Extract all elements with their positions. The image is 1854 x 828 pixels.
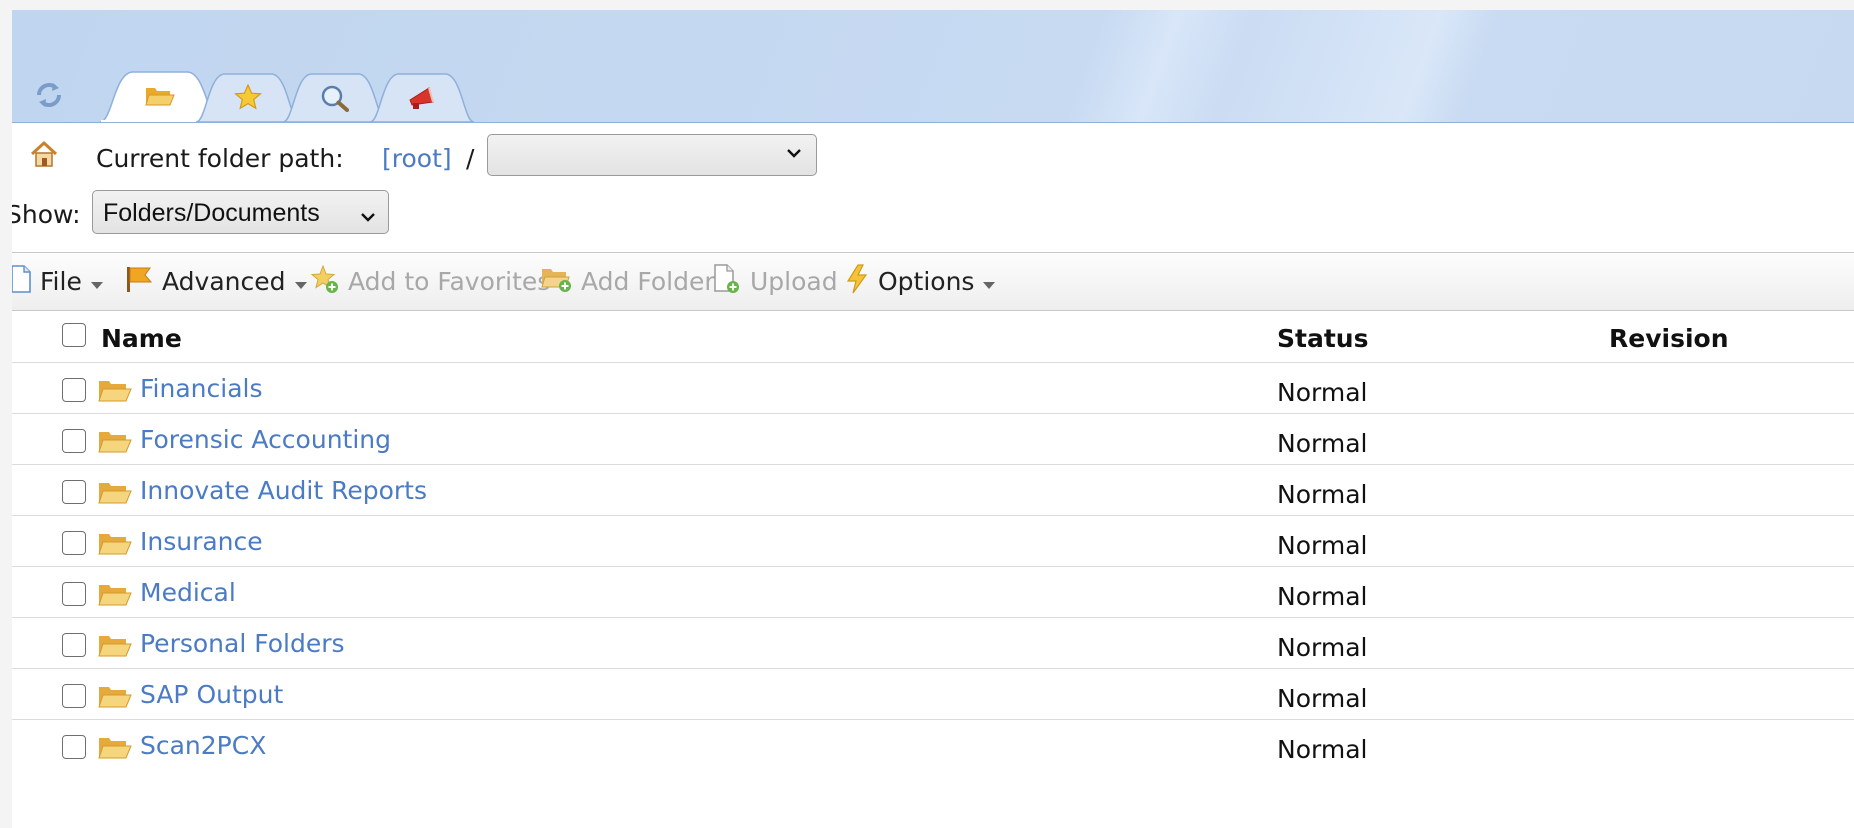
folder-link[interactable]: SAP Output xyxy=(140,680,283,709)
folder-link[interactable]: Medical xyxy=(140,578,236,607)
row-checkbox[interactable] xyxy=(62,684,86,708)
show-row: Show: Folders/Documents xyxy=(12,180,1854,234)
row-checkbox[interactable] xyxy=(62,531,86,555)
open-folder-icon xyxy=(145,84,175,112)
root-link[interactable]: [root] xyxy=(382,144,452,173)
advanced-menu-button[interactable]: Advanced xyxy=(124,253,308,310)
megaphone-icon xyxy=(407,84,437,114)
file-label: File xyxy=(40,267,82,296)
add-folder-label: Add Folder xyxy=(581,267,715,296)
status-cell: Normal xyxy=(1277,633,1368,662)
star-add-icon xyxy=(310,264,340,300)
folder-icon xyxy=(98,633,132,663)
caret-down-icon xyxy=(294,267,308,296)
upload-label: Upload xyxy=(750,267,838,296)
document-upload-icon xyxy=(712,263,742,300)
table-header: Name Status Revision xyxy=(12,310,1854,363)
folder-link[interactable]: Forensic Accounting xyxy=(140,425,391,454)
table-row: Personal Folders Normal xyxy=(12,617,1854,669)
folder-icon xyxy=(98,480,132,510)
table-row: Scan2PCX Normal xyxy=(12,719,1854,770)
upload-button[interactable]: Upload xyxy=(712,253,838,310)
table-row: Financials Normal xyxy=(12,362,1854,414)
toolbar: File Advanced Add to Favorites Add Folde… xyxy=(12,252,1854,311)
file-menu-button[interactable]: File xyxy=(12,253,104,310)
column-header-name[interactable]: Name xyxy=(101,324,182,353)
folder-icon xyxy=(98,684,132,714)
row-checkbox[interactable] xyxy=(62,582,86,606)
folder-link[interactable]: Insurance xyxy=(140,527,263,556)
table-row: Forensic Accounting Normal xyxy=(12,413,1854,465)
app-window: Current folder path: [root] / Show: Fold… xyxy=(12,10,1854,828)
magnifier-icon xyxy=(320,84,350,116)
show-select-value: Folders/Documents xyxy=(103,199,320,227)
row-checkbox[interactable] xyxy=(62,378,86,402)
add-to-favorites-label: Add to Favorites xyxy=(348,267,551,296)
star-icon xyxy=(233,83,263,114)
status-cell: Normal xyxy=(1277,531,1368,560)
caret-down-icon xyxy=(982,267,996,296)
add-folder-button[interactable]: Add Folder xyxy=(541,253,715,310)
advanced-label: Advanced xyxy=(162,267,286,296)
tab-announcements[interactable] xyxy=(370,70,474,122)
table-row: Insurance Normal xyxy=(12,515,1854,567)
status-cell: Normal xyxy=(1277,480,1368,509)
folder-link[interactable]: Personal Folders xyxy=(140,629,345,658)
path-separator: / xyxy=(466,144,475,173)
folder-icon xyxy=(98,735,132,765)
status-cell: Normal xyxy=(1277,429,1368,458)
table-row: Medical Normal xyxy=(12,566,1854,618)
table-row: SAP Output Normal xyxy=(12,668,1854,720)
table-row: Innovate Audit Reports Normal xyxy=(12,464,1854,516)
caret-down-icon xyxy=(90,267,104,296)
add-to-favorites-button[interactable]: Add to Favorites xyxy=(310,253,550,310)
row-checkbox[interactable] xyxy=(62,429,86,453)
status-cell: Normal xyxy=(1277,582,1368,611)
folder-path-row: Current folder path: [root] / xyxy=(12,122,1854,176)
status-cell: Normal xyxy=(1277,735,1368,764)
status-cell: Normal xyxy=(1277,684,1368,713)
folder-icon xyxy=(98,582,132,612)
folder-icon xyxy=(98,429,132,459)
column-header-revision[interactable]: Revision xyxy=(1609,324,1729,353)
header-band xyxy=(12,10,1854,123)
show-select[interactable]: Folders/Documents xyxy=(92,190,389,234)
chevron-down-icon xyxy=(360,203,376,232)
row-checkbox[interactable] xyxy=(62,633,86,657)
folder-icon xyxy=(98,378,132,408)
row-checkbox[interactable] xyxy=(62,480,86,504)
home-icon[interactable] xyxy=(30,140,58,172)
row-checkbox[interactable] xyxy=(62,735,86,759)
status-cell: Normal xyxy=(1277,378,1368,407)
folder-link[interactable]: Scan2PCX xyxy=(140,731,266,760)
folder-add-icon xyxy=(541,265,573,299)
refresh-icon[interactable] xyxy=(32,80,66,110)
column-header-status[interactable]: Status xyxy=(1277,324,1368,353)
folder-select[interactable] xyxy=(487,134,817,176)
lightning-icon xyxy=(844,263,870,300)
options-label: Options xyxy=(878,267,975,296)
options-menu-button[interactable]: Options xyxy=(844,253,996,310)
path-label: Current folder path: xyxy=(96,144,344,173)
document-icon xyxy=(12,264,32,299)
folder-link[interactable]: Financials xyxy=(140,374,263,403)
chevron-down-icon xyxy=(786,145,802,165)
flag-icon xyxy=(124,265,154,299)
folder-icon xyxy=(98,531,132,561)
show-label: Show: xyxy=(12,200,81,229)
folder-link[interactable]: Innovate Audit Reports xyxy=(140,476,427,505)
select-all-checkbox[interactable] xyxy=(62,323,86,347)
